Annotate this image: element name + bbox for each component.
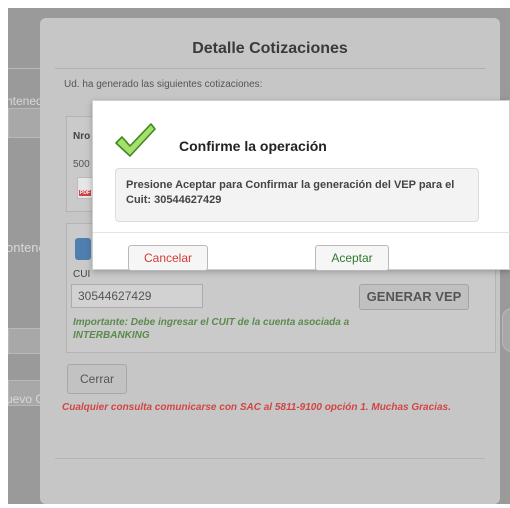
- bg-widget: [502, 308, 510, 352]
- modal-footer-divider: [55, 458, 485, 459]
- accept-button[interactable]: Aceptar: [315, 245, 389, 271]
- bank-icon: [75, 238, 91, 260]
- table-header-nro: Nro: [73, 131, 91, 142]
- generar-vep-button[interactable]: GENERAR VEP: [359, 284, 469, 310]
- modal-divider: [55, 68, 485, 69]
- cuit-label: CUI: [73, 269, 91, 280]
- bg-panel: [8, 108, 42, 138]
- table-row-number: 500: [73, 159, 90, 170]
- bg-panel: [8, 328, 42, 354]
- cuit-input[interactable]: 30544627429: [71, 284, 203, 308]
- modal-subtitle: Ud. ha generado las siguientes cotizacio…: [64, 79, 263, 90]
- pdf-icon-label: PDF: [79, 190, 91, 196]
- confirm-title: Confirme la operación: [179, 138, 327, 154]
- importante-note: Importante: Debe ingresar el CUIT de la …: [73, 317, 350, 341]
- modal-title: Detalle Cotizaciones: [192, 40, 348, 57]
- pdf-icon[interactable]: PDF: [77, 177, 93, 199]
- cerrar-button[interactable]: Cerrar: [67, 364, 127, 394]
- confirm-divider: [93, 232, 510, 233]
- cancel-button[interactable]: Cancelar: [128, 245, 208, 271]
- checkmark-icon: [115, 123, 156, 157]
- confirm-message: Presione Aceptar para Confirmar la gener…: [115, 168, 479, 222]
- confirm-dialog: Confirme la operación Presione Aceptar p…: [92, 100, 510, 271]
- consulta-note: Cualquier consulta comunicarse con SAC a…: [62, 402, 451, 413]
